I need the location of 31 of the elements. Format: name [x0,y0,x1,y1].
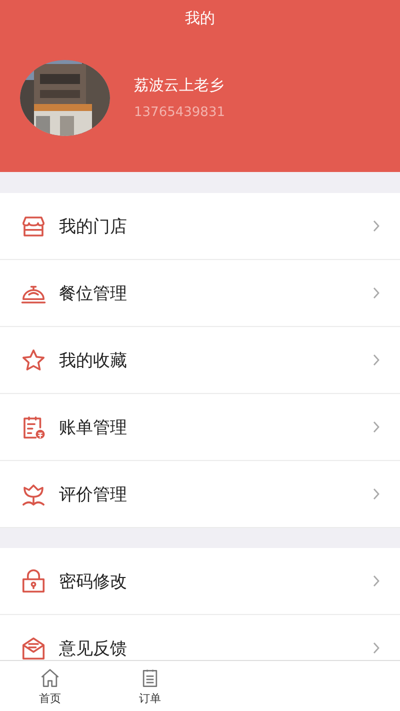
page-title: 我的 [185,8,215,28]
chevron-icon [372,488,380,500]
menu-label: 餐位管理 [59,282,128,304]
star-icon [20,346,47,374]
menu-item[interactable]: 密码修改 [0,548,400,615]
nav-label: 首页 [39,690,61,706]
lock-icon [20,568,47,594]
home-icon [39,666,61,688]
chevron-icon [372,575,380,587]
menu-label: 我的收藏 [59,350,128,372]
menu-item[interactable]: 餐位管理 [0,260,400,327]
nav-label: 订单 [139,690,161,706]
menu-label: 账单管理 [59,416,128,438]
nav-tab[interactable]: 订单 [100,661,200,711]
menu-label: 我的门店 [59,216,128,238]
menu-label: 评价管理 [59,484,128,506]
phone-number: 13765439831 [134,105,225,120]
menu-item[interactable]: 账单管理 [0,394,400,461]
menu-label: 密码修改 [59,570,128,592]
menu-item[interactable]: 我的收藏 [0,327,400,394]
chevron-icon [372,287,380,299]
user-name: 荔波云上老乡 [134,76,225,95]
chevron-icon [372,642,380,654]
envelope-icon [20,634,47,660]
menu-label: 意见反馈 [59,638,128,660]
nav-tab[interactable]: 首页 [0,661,100,711]
chevron-icon [372,220,380,232]
chevron-icon [372,354,380,366]
menu-item[interactable]: 我的门店 [0,193,400,260]
menu-item[interactable]: 评价管理 [0,461,400,528]
chevron-icon [372,421,380,433]
